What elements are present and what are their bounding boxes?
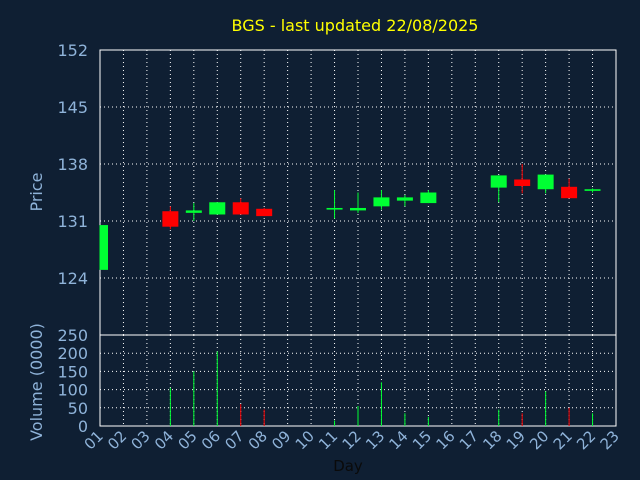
candle-body: [256, 208, 273, 217]
x-tick-label: 06: [198, 427, 224, 453]
candle-body: [350, 207, 366, 211]
price-y-tick-label: 124: [57, 269, 88, 288]
candle-body: [185, 210, 202, 213]
candle-body: [100, 225, 108, 270]
volume-y-ticks: 250200150100500: [57, 326, 88, 436]
price-y-ticks: 152 145 138 131 124: [57, 41, 88, 288]
x-tick-label: 17: [456, 427, 482, 453]
volume-y-tick-label: 50: [68, 399, 88, 418]
price-y-tick-label: 152: [57, 41, 88, 60]
x-tick-label: 15: [409, 427, 435, 453]
candle-body: [514, 179, 531, 186]
volume-y-tick-label: 250: [57, 326, 88, 345]
price-y-tick-label: 131: [57, 212, 88, 231]
x-tick-label: 10: [292, 427, 318, 453]
x-tick-label: 13: [362, 427, 388, 453]
x-tick-label: 03: [128, 427, 154, 453]
volume-axis-label: Volume (0000): [27, 323, 46, 441]
price-y-tick-label: 138: [57, 155, 88, 174]
x-tick-label: 12: [339, 427, 365, 453]
candles: [99, 164, 601, 270]
x-tick-label: 11: [315, 427, 341, 453]
price-panel: 152 145 138 131 124 Price: [27, 41, 617, 336]
volume-y-tick-label: 0: [78, 417, 88, 436]
price-axis-label: Price: [27, 172, 46, 211]
x-tick-label: 14: [386, 427, 412, 453]
candle-body: [420, 192, 437, 204]
candle-body: [537, 174, 554, 190]
chart-title: BGS - last updated 22/08/2025: [232, 16, 479, 35]
candle-body: [584, 189, 601, 191]
x-tick-label: 04: [151, 427, 177, 453]
x-tick-label: 21: [550, 427, 576, 453]
x-axis-label: Day: [333, 457, 363, 475]
x-tick-label: 09: [268, 427, 294, 453]
candle-body: [373, 197, 390, 207]
x-tick-label: 07: [221, 427, 247, 453]
x-tick-label: 22: [573, 427, 599, 453]
candle-body: [326, 207, 343, 210]
stock-chart: BGS - last updated 22/08/2025 1521451381…: [27, 16, 623, 475]
x-tick-label: 16: [432, 427, 458, 453]
x-ticks: 0102030405060708091011121314151617181920…: [81, 427, 623, 453]
volume-y-tick-label: 100: [57, 381, 88, 400]
x-tick-label: 08: [245, 427, 271, 453]
candle-body: [162, 211, 179, 227]
x-tick-label: 05: [174, 427, 200, 453]
volume-panel: 250200150100500 Volume (0000): [27, 323, 617, 441]
x-tick-label: 18: [479, 427, 505, 453]
candle-body: [490, 175, 507, 188]
x-tick-label: 02: [104, 427, 130, 453]
volume-bars: [169, 351, 594, 426]
price-y-tick-label: 145: [57, 98, 88, 117]
x-tick-label: 20: [526, 427, 552, 453]
candle-body: [396, 197, 413, 201]
volume-y-tick-label: 200: [57, 344, 88, 363]
x-tick-label: 19: [503, 427, 529, 453]
x-tick-label: 23: [597, 427, 623, 453]
candle-body: [209, 202, 226, 215]
volume-y-tick-label: 150: [57, 362, 88, 381]
candle-body: [561, 186, 578, 199]
candle-body: [232, 202, 249, 215]
